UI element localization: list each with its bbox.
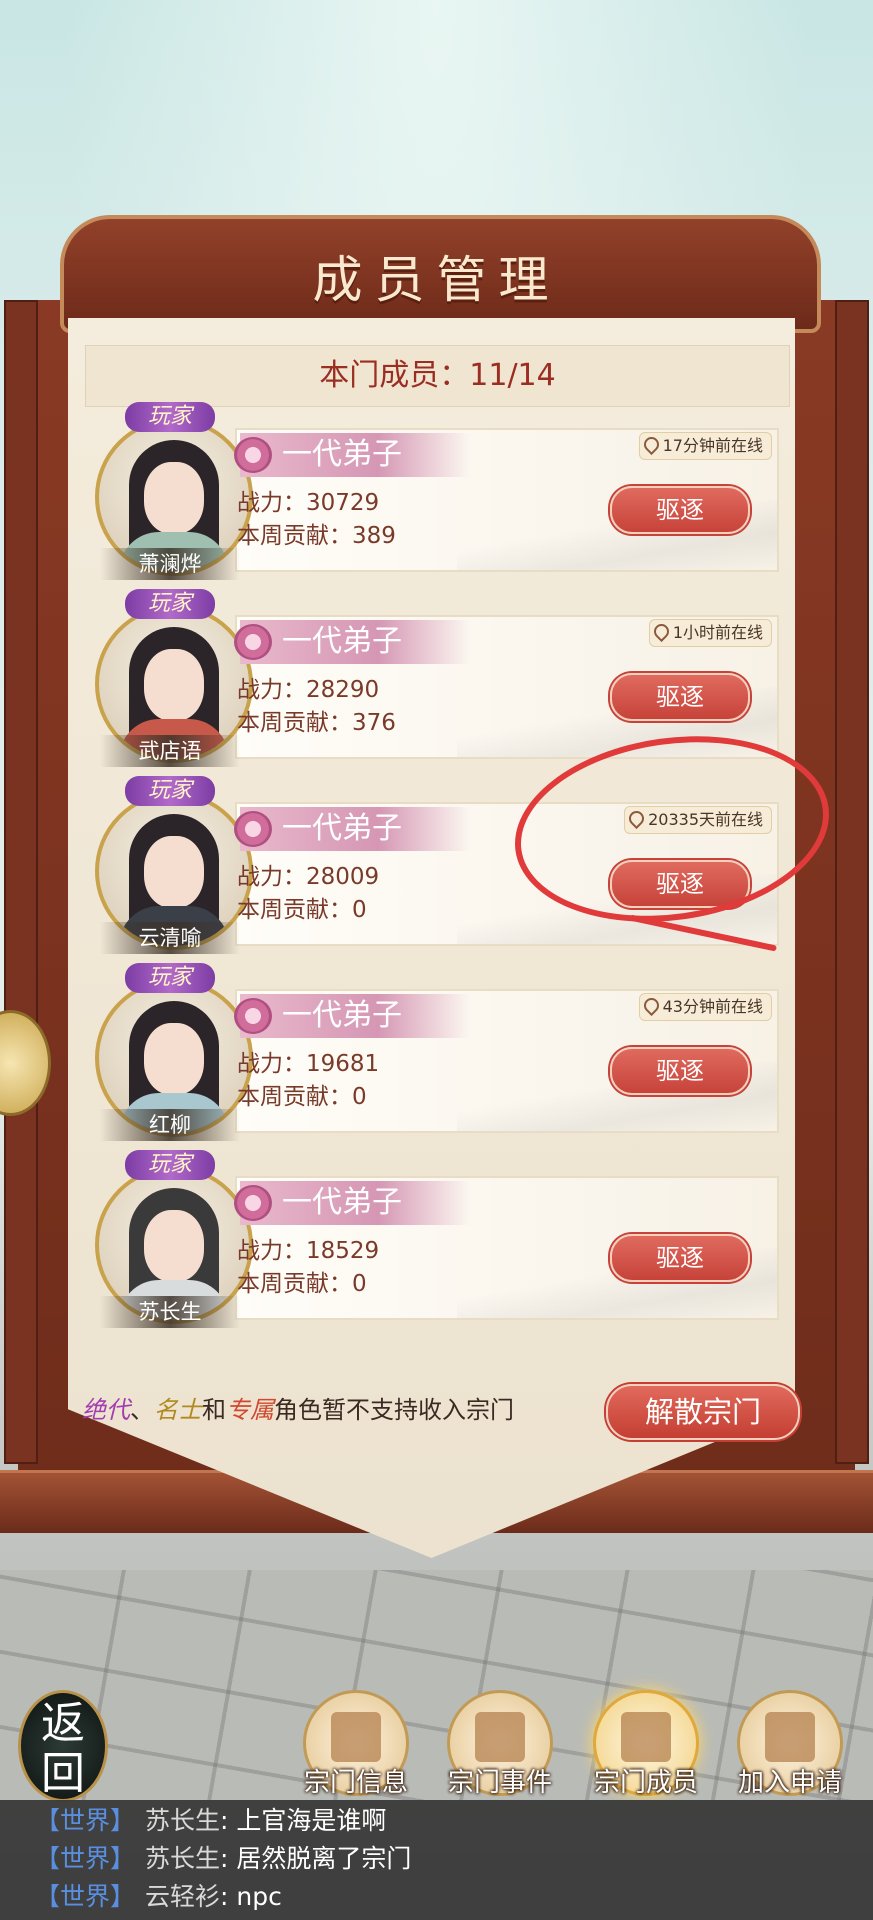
- player-tag: 玩家: [125, 402, 215, 432]
- world-chat[interactable]: 【世界】 苏长生: 上官海是谁啊 【世界】 苏长生: 居然脱离了宗门 【世界】 云轻衫…: [0, 1800, 873, 1920]
- member-name: 武店语: [100, 735, 240, 767]
- chat-sender: 云轻衫: [145, 1882, 221, 1911]
- flower-icon: [234, 998, 272, 1034]
- member-contribution: 本周贡献：389: [237, 523, 396, 549]
- page-title: 成员管理: [312, 251, 561, 309]
- member-power: 战力：28009: [237, 864, 380, 890]
- online-status: 43分钟前在线: [638, 993, 772, 1021]
- chat-message: 【世界】 苏长生: 上官海是谁啊: [35, 1802, 386, 1840]
- member-contribution: 本周贡献：0: [237, 897, 367, 923]
- right-pillar: [835, 300, 869, 1464]
- nav-sect-info[interactable]: 宗门信息: [296, 1690, 416, 1800]
- left-pillar: [4, 300, 38, 1464]
- member-rank: 一代弟子: [234, 1181, 470, 1225]
- location-pin-icon: [640, 433, 662, 456]
- chat-channel: 【世界】: [35, 1882, 136, 1911]
- member-contribution: 本周贡献：0: [237, 1084, 367, 1110]
- nav-label: 加入申请: [737, 1768, 842, 1798]
- location-pin-icon: [650, 620, 672, 643]
- player-tag: 玩家: [125, 963, 215, 993]
- player-tag: 玩家: [125, 776, 215, 806]
- member-row: 玩家 苏长生 一代弟子 战力：18529 本周贡献：0 驱逐: [95, 1150, 780, 1328]
- chat-text: : 上官海是谁啊: [220, 1806, 387, 1835]
- member-rank: 一代弟子: [234, 620, 470, 664]
- flower-icon: [234, 1185, 272, 1221]
- nav-join-requests[interactable]: 加入申请: [730, 1690, 850, 1800]
- member-power: 战力：19681: [237, 1051, 380, 1077]
- chat-text: : npc: [220, 1882, 282, 1911]
- kick-button[interactable]: 驱逐: [610, 486, 750, 534]
- member-rank: 一代弟子: [234, 994, 470, 1038]
- member-rank: 一代弟子: [234, 807, 470, 851]
- member-name: 萧澜烨: [100, 548, 240, 580]
- chat-message: 【世界】 云轻衫: npc: [35, 1878, 282, 1916]
- disband-sect-button[interactable]: 解散宗门: [606, 1384, 800, 1440]
- member-rank: 一代弟子: [234, 433, 470, 477]
- back-button[interactable]: 返回: [18, 1690, 108, 1802]
- kick-button[interactable]: 驱逐: [610, 1047, 750, 1095]
- member-power: 战力：18529: [237, 1238, 380, 1264]
- nav-label: 宗门事件: [447, 1768, 552, 1798]
- member-power: 战力：28290: [237, 677, 380, 703]
- online-status: 17分钟前在线: [638, 432, 772, 460]
- player-tag: 玩家: [125, 589, 215, 619]
- member-contribution: 本周贡献：376: [237, 710, 396, 736]
- restriction-note: 绝代、名士和专属角色暂不支持收入宗门: [82, 1396, 514, 1424]
- kick-button[interactable]: 驱逐: [610, 1234, 750, 1282]
- nav-label: 宗门信息: [303, 1768, 408, 1798]
- flower-icon: [234, 437, 272, 473]
- chat-message: 【世界】 苏长生: 居然脱离了宗门: [35, 1840, 411, 1878]
- member-name: 红柳: [100, 1109, 240, 1141]
- nav-sect-events[interactable]: 宗门事件: [440, 1690, 560, 1800]
- member-contribution: 本周贡献：0: [237, 1271, 367, 1297]
- flower-icon: [234, 624, 272, 660]
- chat-text: : 居然脱离了宗门: [220, 1844, 412, 1873]
- member-count: 本门成员：11/14: [85, 345, 790, 407]
- kick-button[interactable]: 驱逐: [610, 673, 750, 721]
- online-status: 1小时前在线: [648, 619, 772, 647]
- chat-channel: 【世界】: [35, 1844, 136, 1873]
- member-name: 苏长生: [100, 1296, 240, 1328]
- member-name: 云清喻: [100, 922, 240, 954]
- flower-icon: [234, 811, 272, 847]
- nav-sect-members[interactable]: 宗门成员: [586, 1690, 706, 1800]
- chat-sender: 苏长生: [145, 1806, 221, 1835]
- location-pin-icon: [640, 994, 662, 1017]
- member-power: 战力：30729: [237, 490, 380, 516]
- member-row: 玩家 红柳 一代弟子 战力：19681 本周贡献：0 43分钟前在线 驱逐: [95, 963, 780, 1141]
- nav-label: 宗门成员: [593, 1768, 698, 1798]
- chat-sender: 苏长生: [145, 1844, 221, 1873]
- member-row: 玩家 萧澜烨 一代弟子 战力：30729 本周贡献：389 17分钟前在线 驱逐: [95, 402, 780, 580]
- chat-channel: 【世界】: [35, 1806, 136, 1835]
- player-tag: 玩家: [125, 1150, 215, 1180]
